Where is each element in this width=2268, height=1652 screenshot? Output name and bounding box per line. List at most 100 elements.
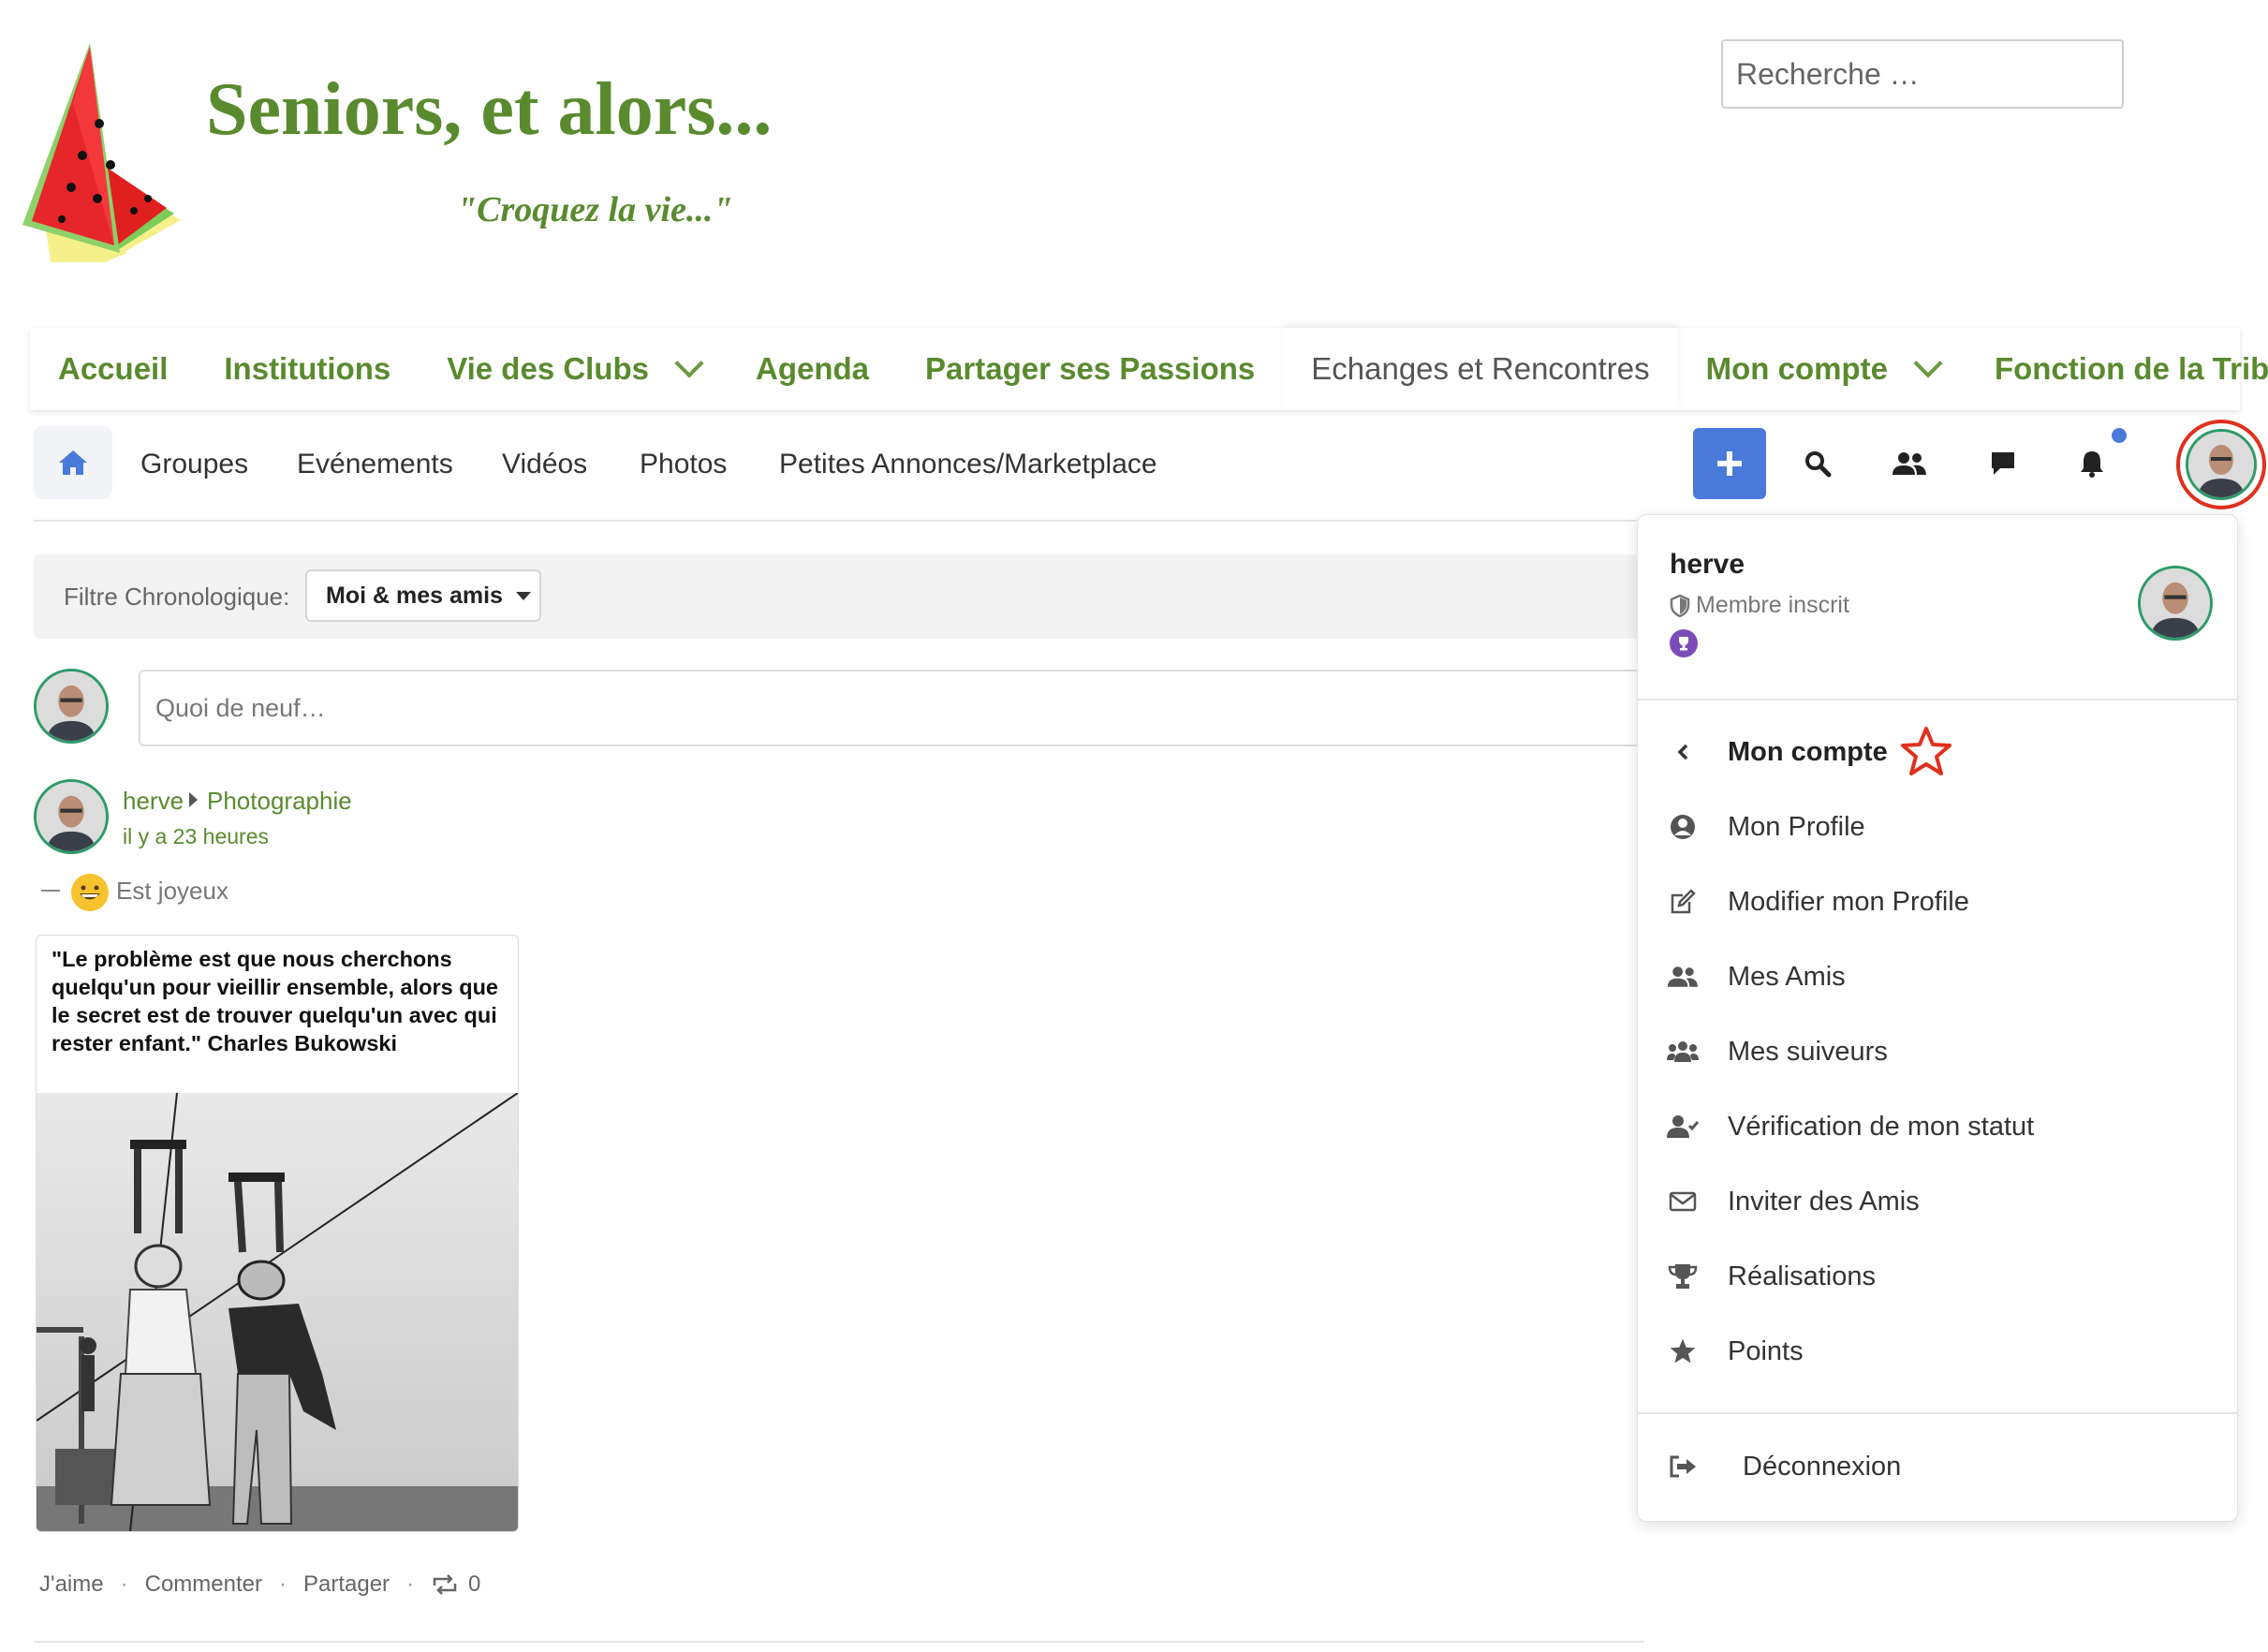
post-group-link[interactable]: Photographie [207, 787, 352, 816]
main-nav: Accueil Institutions Vie des Clubs Agend… [30, 328, 2268, 410]
avatar[interactable] [2138, 566, 2213, 641]
logout-icon [1666, 1450, 1700, 1483]
edit-icon [1666, 885, 1700, 919]
dropdown-item-mes-amis[interactable]: Mes Amis [1638, 947, 2237, 1007]
chevron-down-icon[interactable] [1913, 348, 1943, 378]
caret-right-icon [189, 792, 198, 807]
subnav-groupes[interactable]: Groupes [140, 449, 248, 480]
friends-icon [1892, 452, 1926, 475]
subnav-videos[interactable]: Vidéos [502, 449, 587, 480]
dropdown-username[interactable]: herve [1670, 549, 1745, 581]
nav-label: Echanges et Rencontres [1311, 351, 1650, 386]
community-subnav: Groupes Evénements Vidéos Photos Petites… [34, 420, 2266, 522]
envelope-icon [1666, 1185, 1700, 1218]
post-author-link[interactable]: herve [123, 787, 184, 816]
bell-icon [2081, 451, 2103, 478]
trophy-icon [1666, 1260, 1700, 1293]
messages-icon [1992, 452, 2014, 475]
user-check-icon [1666, 1110, 1700, 1143]
status-composer-input[interactable] [139, 670, 1656, 746]
mood-dash [41, 890, 60, 892]
repost-button[interactable]: 0 [431, 1571, 480, 1598]
home-tab[interactable] [34, 426, 112, 499]
search-icon [1805, 451, 1832, 478]
subnav-evenements[interactable]: Evénements [297, 449, 453, 480]
post-actions: J'aime · Commenter · Partager · 0 [39, 1571, 480, 1598]
notifications-button[interactable] [2073, 445, 2111, 482]
post-timestamp[interactable]: il y a 23 heures [123, 824, 269, 849]
subnav-marketplace[interactable]: Petites Annonces/Marketplace [779, 449, 1157, 480]
account-dropdown-menu: herve Membre inscrit Mon compte Mon Prof… [1637, 514, 2238, 1522]
user-circle-icon [1666, 810, 1700, 844]
filter-select[interactable]: Moi & mes amis [305, 569, 541, 622]
like-button[interactable]: J'aime [39, 1571, 104, 1598]
nav-partager-passions[interactable]: Partager ses Passions [897, 328, 1283, 410]
messages-button[interactable] [1984, 445, 2022, 482]
followers-icon [1666, 1035, 1700, 1069]
star-icon [1666, 1335, 1700, 1368]
nav-label: Mon compte [1705, 351, 1888, 386]
post-image[interactable]: "Le problème est que nous cherchons quel… [36, 935, 519, 1532]
logout-button[interactable]: Déconnexion [1638, 1437, 2237, 1497]
repost-count: 0 [468, 1571, 481, 1597]
dropdown-item-label: Mes suiveurs [1728, 1036, 1888, 1067]
home-icon [59, 450, 87, 475]
nav-mon-compte[interactable]: Mon compte [1678, 328, 1966, 410]
comment-button[interactable]: Commenter [145, 1571, 262, 1598]
chevron-left-icon [1666, 735, 1700, 769]
dropdown-item-points[interactable]: Points [1638, 1321, 2237, 1381]
dropdown-role: Membre inscrit [1670, 592, 1849, 619]
dropdown-item-label: Réalisations [1728, 1261, 1876, 1291]
repost-icon [433, 1574, 457, 1595]
nav-accueil[interactable]: Accueil [30, 328, 196, 410]
post-image-quote: "Le problème est que nous cherchons quel… [52, 947, 498, 1055]
subnav-photos[interactable]: Photos [640, 449, 727, 480]
dropdown-item-mon-profile[interactable]: Mon Profile [1638, 797, 2237, 857]
nav-institutions[interactable]: Institutions [196, 328, 419, 410]
nav-label: Vie des Clubs [447, 351, 650, 386]
dropdown-item-inviter-amis[interactable]: Inviter des Amis [1638, 1172, 2237, 1232]
dropdown-item-mes-suiveurs[interactable]: Mes suiveurs [1638, 1022, 2237, 1082]
nav-vie-des-clubs[interactable]: Vie des Clubs [419, 328, 728, 410]
role-label: Membre inscrit [1696, 592, 1849, 618]
filter-selected-value: Moi & mes amis [326, 582, 503, 609]
activity-filter-bar: Filtre Chronologique: Moi & mes amis [34, 554, 1644, 639]
avatar[interactable] [34, 779, 109, 854]
dropdown-item-label: Mes Amis [1728, 961, 1846, 992]
avatar[interactable] [34, 669, 109, 744]
search-input[interactable] [1721, 39, 2124, 109]
dropdown-item-label: Modifier mon Profile [1728, 886, 1969, 917]
zipline-photo [37, 1093, 518, 1531]
divider [34, 1641, 1644, 1643]
caret-down-icon [515, 591, 531, 600]
search-button[interactable] [1799, 445, 1836, 482]
notification-dot [2112, 428, 2127, 443]
separator: · [120, 1571, 128, 1597]
share-button[interactable]: Partager [303, 1571, 390, 1598]
logout-label: Déconnexion [1743, 1451, 1902, 1482]
site-logo[interactable] [17, 37, 195, 283]
nav-fonction-tribu[interactable]: Fonction de la Tribu [1966, 328, 2268, 410]
nav-echanges-rencontres[interactable]: Echanges et Rencontres [1283, 328, 1678, 410]
nav-label: Institutions [224, 351, 391, 386]
nav-agenda[interactable]: Agenda [728, 328, 897, 410]
dropdown-back-mon-compte[interactable]: Mon compte [1638, 722, 2237, 782]
dropdown-item-verification-statut[interactable]: Vérification de mon statut [1638, 1097, 2237, 1157]
nav-label: Agenda [756, 351, 870, 386]
friends-button[interactable] [1891, 445, 1928, 482]
chevron-down-icon[interactable] [674, 348, 704, 378]
site-title[interactable]: Seniors, et alors... [206, 67, 772, 153]
trophy-badge-icon[interactable] [1670, 629, 1698, 657]
separator: · [406, 1571, 415, 1597]
nav-label: Partager ses Passions [925, 351, 1256, 386]
divider [1638, 699, 2237, 701]
user-avatar-button[interactable] [2176, 420, 2266, 509]
dropdown-header-label: Mon compte [1728, 736, 1888, 767]
star-outline-icon [1900, 727, 1951, 775]
plus-icon [1717, 451, 1742, 476]
dropdown-item-label: Vérification de mon statut [1728, 1111, 2035, 1142]
grinning-face-icon [71, 874, 109, 911]
create-button[interactable] [1693, 428, 1766, 499]
dropdown-item-modifier-profile[interactable]: Modifier mon Profile [1638, 872, 2237, 932]
dropdown-item-realisations[interactable]: Réalisations [1638, 1246, 2237, 1306]
